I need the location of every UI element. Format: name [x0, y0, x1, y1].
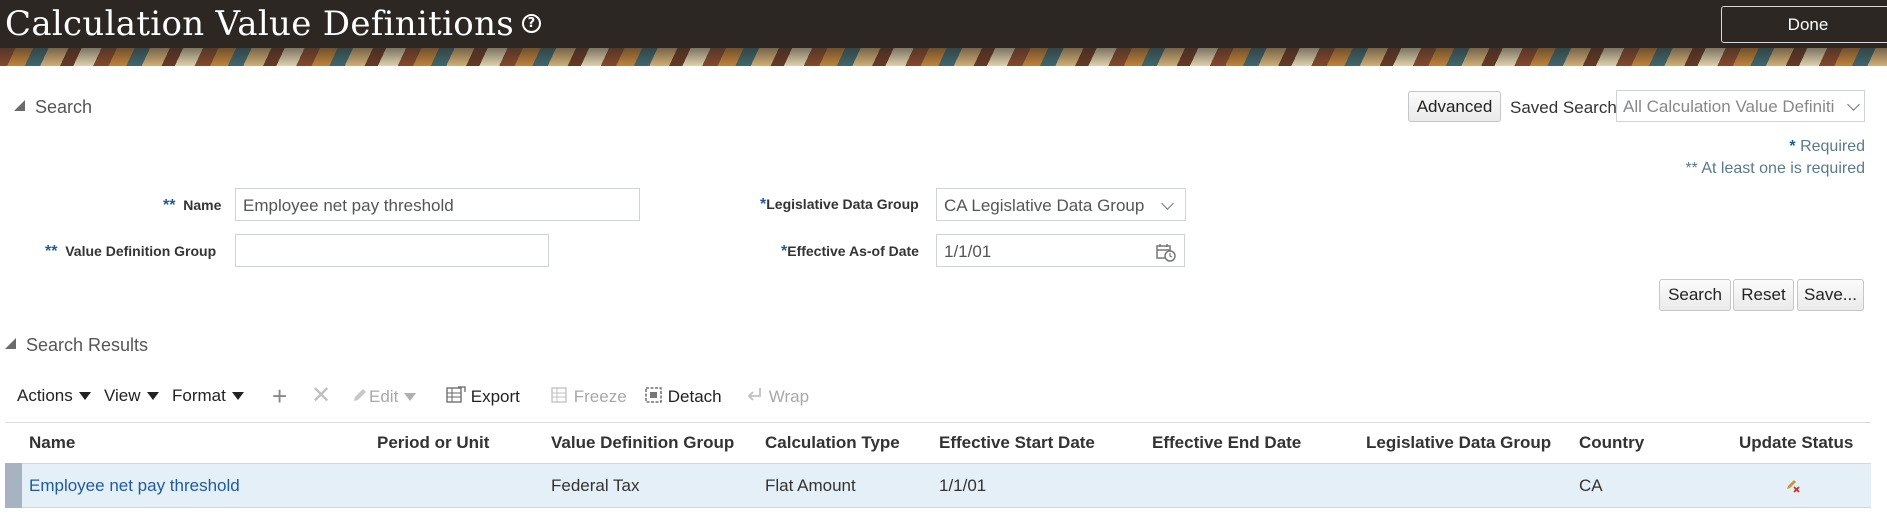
saved-search-label: Saved Search [1510, 98, 1617, 117]
export-button[interactable]: Export [446, 386, 520, 407]
row-country: CA [1579, 476, 1603, 495]
caret-down-icon [78, 392, 91, 400]
search-results-section-header[interactable]: Search Results [5, 335, 148, 356]
pencil-icon [354, 389, 366, 401]
column-header-period-or-unit[interactable]: Period or Unit [377, 433, 489, 453]
wrap-icon [747, 388, 761, 401]
detach-icon [645, 387, 662, 403]
help-icon[interactable]: ? [522, 13, 542, 33]
name-label: ** Name [163, 197, 222, 214]
saved-search-select[interactable]: All Calculation Value Definiti [1616, 90, 1865, 122]
export-icon [446, 386, 466, 403]
page-title: Calculation Value Definitions? [5, 4, 542, 44]
delete-icon[interactable]: ✕ [311, 381, 331, 410]
freeze-icon [551, 387, 567, 403]
column-header-legislative-data-group[interactable]: Legislative Data Group [1366, 433, 1551, 453]
value-definition-group-input[interactable] [235, 234, 549, 267]
column-header-effective-end-date[interactable]: Effective End Date [1152, 433, 1301, 453]
collapse-triangle-icon [14, 100, 25, 111]
edit-menu[interactable]: Edit [351, 386, 417, 407]
search-section-header[interactable]: Search [14, 97, 92, 118]
format-menu[interactable]: Format [172, 386, 244, 406]
column-header-effective-start-date[interactable]: Effective Start Date [939, 433, 1095, 453]
actions-menu[interactable]: Actions [17, 386, 91, 406]
column-header-name[interactable]: Name [29, 433, 75, 453]
column-header-calculation-type[interactable]: Calculation Type [765, 433, 900, 453]
pencil-x-icon[interactable] [1785, 477, 1801, 493]
calendar-icon[interactable] [1156, 243, 1176, 262]
row-calculation-type: Flat Amount [765, 476, 856, 495]
detach-button[interactable]: Detach [645, 386, 722, 407]
view-menu[interactable]: View [104, 386, 159, 406]
advanced-button[interactable]: Advanced [1408, 91, 1501, 122]
value-definition-group-label: ** Value Definition Group [45, 243, 217, 260]
freeze-button[interactable]: Freeze [551, 386, 627, 407]
caret-down-icon [146, 392, 159, 400]
legislative-data-group-select[interactable]: CA Legislative Data Group [936, 188, 1186, 221]
add-icon[interactable]: + [272, 381, 287, 412]
effective-as-of-date-label: *Effective As-of Date [781, 243, 919, 260]
wrap-button[interactable]: Wrap [746, 386, 809, 407]
reset-button[interactable]: Reset [1733, 279, 1794, 311]
required-note: * Required [1789, 138, 1865, 155]
legislative-data-group-label: *Legislative Data Group [760, 196, 919, 213]
row-selection-marker [5, 463, 22, 508]
column-header-update-status[interactable]: Update Status [1739, 433, 1853, 453]
row-name-link[interactable]: Employee net pay threshold [29, 476, 240, 496]
caret-down-icon [404, 393, 417, 401]
search-button[interactable]: Search [1659, 279, 1731, 311]
column-header-country[interactable]: Country [1579, 433, 1644, 453]
page-header: Calculation Value Definitions? Done [0, 0, 1887, 66]
name-input[interactable]: Employee net pay threshold [235, 188, 640, 221]
done-button[interactable]: Done [1721, 6, 1887, 43]
row-value-definition-group: Federal Tax [551, 476, 640, 495]
row-effective-start-date: 1/1/01 [939, 476, 987, 495]
effective-as-of-date-input[interactable]: 1/1/01 [936, 234, 1185, 267]
save-button[interactable]: Save... [1797, 279, 1864, 311]
caret-down-icon [231, 392, 244, 400]
column-header-value-definition-group[interactable]: Value Definition Group [551, 433, 734, 453]
at-least-one-note: ** At least one is required [1685, 160, 1865, 177]
collapse-triangle-icon [5, 338, 16, 349]
